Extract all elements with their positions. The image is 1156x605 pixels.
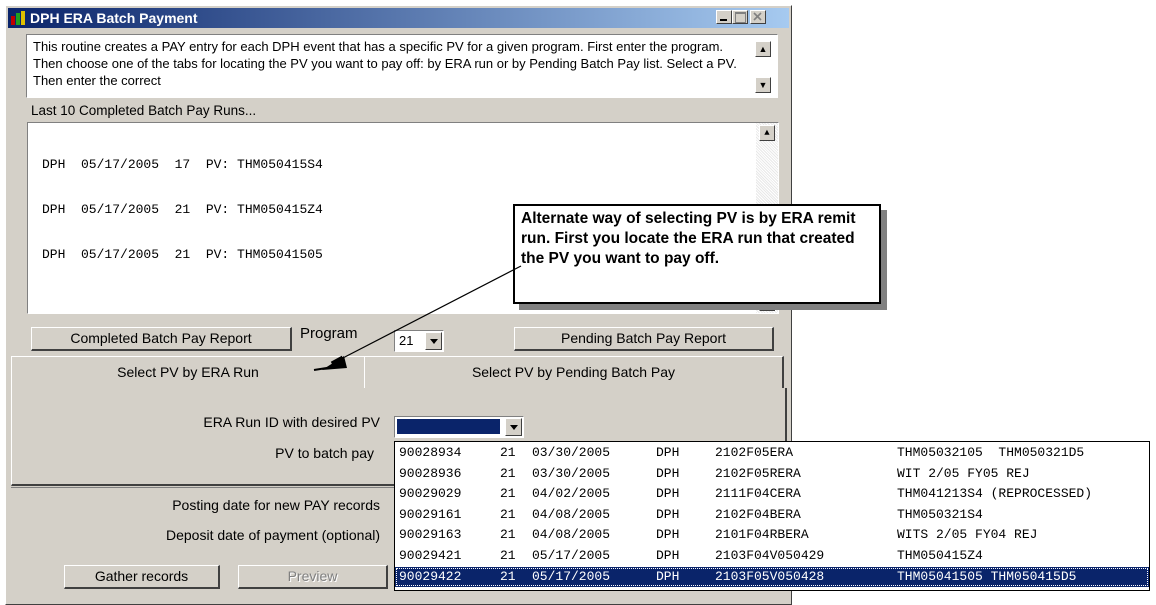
window-title: DPH ERA Batch Payment [30,10,198,26]
option-pv: WITS 2/05 FY04 REJ [897,527,1038,543]
era-run-dropdown-list[interactable]: 90028934 21 03/30/2005 DPH 2102F05ERA THM0503… [394,441,1150,591]
era-run-option[interactable]: 90029161 21 04/08/2005 DPH 2102F04BERA THM050… [395,505,1149,525]
era-run-option[interactable]: 90028934 21 03/30/2005 DPH 2102F05ERA THM0503… [395,443,1149,463]
option-date: 04/08/2005 [532,527,611,543]
era-run-select[interactable] [394,416,524,438]
era-run-label: ERA Run ID with desired PV [203,414,380,430]
scroll-up-arrow[interactable]: ▲ [759,125,775,141]
option-date: 04/08/2005 [532,506,611,522]
option-prog: 21 [500,527,516,543]
preview-button[interactable]: Preview [238,565,388,589]
description-text: This routine creates a PAY entry for eac… [26,34,778,98]
option-file: 2102F05RERA [715,465,801,481]
scroll-up-arrow[interactable]: ▲ [755,41,771,57]
run-item[interactable]: DPH 05/17/2005 17 PV: THM050415S4 [42,157,778,172]
close-icon [753,12,762,21]
option-date: 05/17/2005 [532,568,611,584]
program-value: 21 [399,333,414,348]
option-id: 90029029 [399,486,462,502]
chevron-down-icon[interactable] [425,332,442,350]
option-date: 03/30/2005 [532,465,611,481]
gather-records-button[interactable]: Gather records [64,565,220,589]
posting-date-label: Posting date for new PAY records [172,497,380,513]
option-prog: 21 [500,486,516,502]
option-prog: 21 [500,568,516,584]
option-id: 90029422 [399,568,462,584]
option-id: 90029161 [399,506,462,522]
option-id: 90029163 [399,527,462,543]
completed-report-button[interactable]: Completed Batch Pay Report [31,327,292,351]
option-pv: WIT 2/05 FY05 REJ [897,465,1030,481]
option-pv: THM050321S4 [897,506,983,522]
era-run-option[interactable]: 90029163 21 04/08/2005 DPH 2101F04RBERA WITS … [395,525,1149,545]
era-run-selected-value [397,419,500,434]
pv-label: PV to batch pay [275,445,374,461]
tab-pending-batch-pay[interactable]: Select PV by Pending Batch Pay [364,356,784,388]
tab-era-run[interactable]: Select PV by ERA Run [11,356,364,388]
option-date: 05/17/2005 [532,548,611,563]
option-prog: 21 [500,506,516,522]
option-agency: DPH [656,568,680,584]
option-prog: 21 [500,445,516,460]
pending-report-button[interactable]: Pending Batch Pay Report [514,327,774,351]
option-date: 03/30/2005 [532,445,611,460]
option-file: 2102F05ERA [715,445,794,460]
option-pv: THM050415Z4 [897,548,983,563]
annotation-callout: Alternate way of selecting PV is by ERA … [513,204,881,304]
scroll-down-arrow[interactable]: ▼ [755,77,771,93]
program-label: Program [300,325,358,342]
option-prog: 21 [500,548,516,563]
option-file: 2103F05V050428 [715,568,825,584]
runs-label: Last 10 Completed Batch Pay Runs... [31,103,257,118]
title-bar[interactable]: DPH ERA Batch Payment [8,8,789,28]
deposit-date-label: Deposit date of payment (optional) [165,527,380,543]
chevron-down-icon[interactable] [505,418,522,436]
era-run-option[interactable]: 90029421 21 05/17/2005 DPH 2103F04V050429 THM… [395,546,1149,566]
option-prog: 21 [500,465,516,481]
option-id: 90028934 [399,445,462,460]
option-id: 90028936 [399,465,462,481]
era-run-option[interactable]: 90028936 21 03/30/2005 DPH 2102F05RERA WIT 2/… [395,464,1149,484]
description-label: This routine creates a PAY entry for eac… [33,39,737,88]
option-file: 2103F04V050429 [715,548,825,563]
option-file: 2101F04RBERA [715,527,809,543]
option-agency: DPH [656,527,680,543]
option-file: 2102F04BERA [715,506,801,522]
option-agency: DPH [656,486,680,502]
option-agency: DPH [656,548,680,563]
option-file: 2111F04CERA [715,486,801,502]
program-select[interactable]: 21 [394,330,444,352]
app-icon [11,11,25,25]
option-id: 90029421 [399,548,462,563]
era-run-option[interactable]: 90029029 21 04/02/2005 DPH 2111F04CERA THM041… [395,484,1149,504]
option-pv: THM05032105 THM050321D5 [897,445,1085,460]
option-pv: THM05041505 THM050415D5 [897,568,1077,584]
option-agency: DPH [656,465,680,481]
option-pv: THM041213S4 (REPROCESSED) [897,486,1093,502]
era-run-option[interactable]: 90029422 21 05/17/2005 DPH 2103F05V050428 THM… [395,566,1149,587]
minimize-button[interactable] [716,10,732,24]
option-agency: DPH [656,506,680,522]
maximize-button[interactable] [732,10,748,24]
close-button[interactable] [750,10,766,24]
option-agency: DPH [656,445,680,460]
option-date: 04/02/2005 [532,486,611,502]
